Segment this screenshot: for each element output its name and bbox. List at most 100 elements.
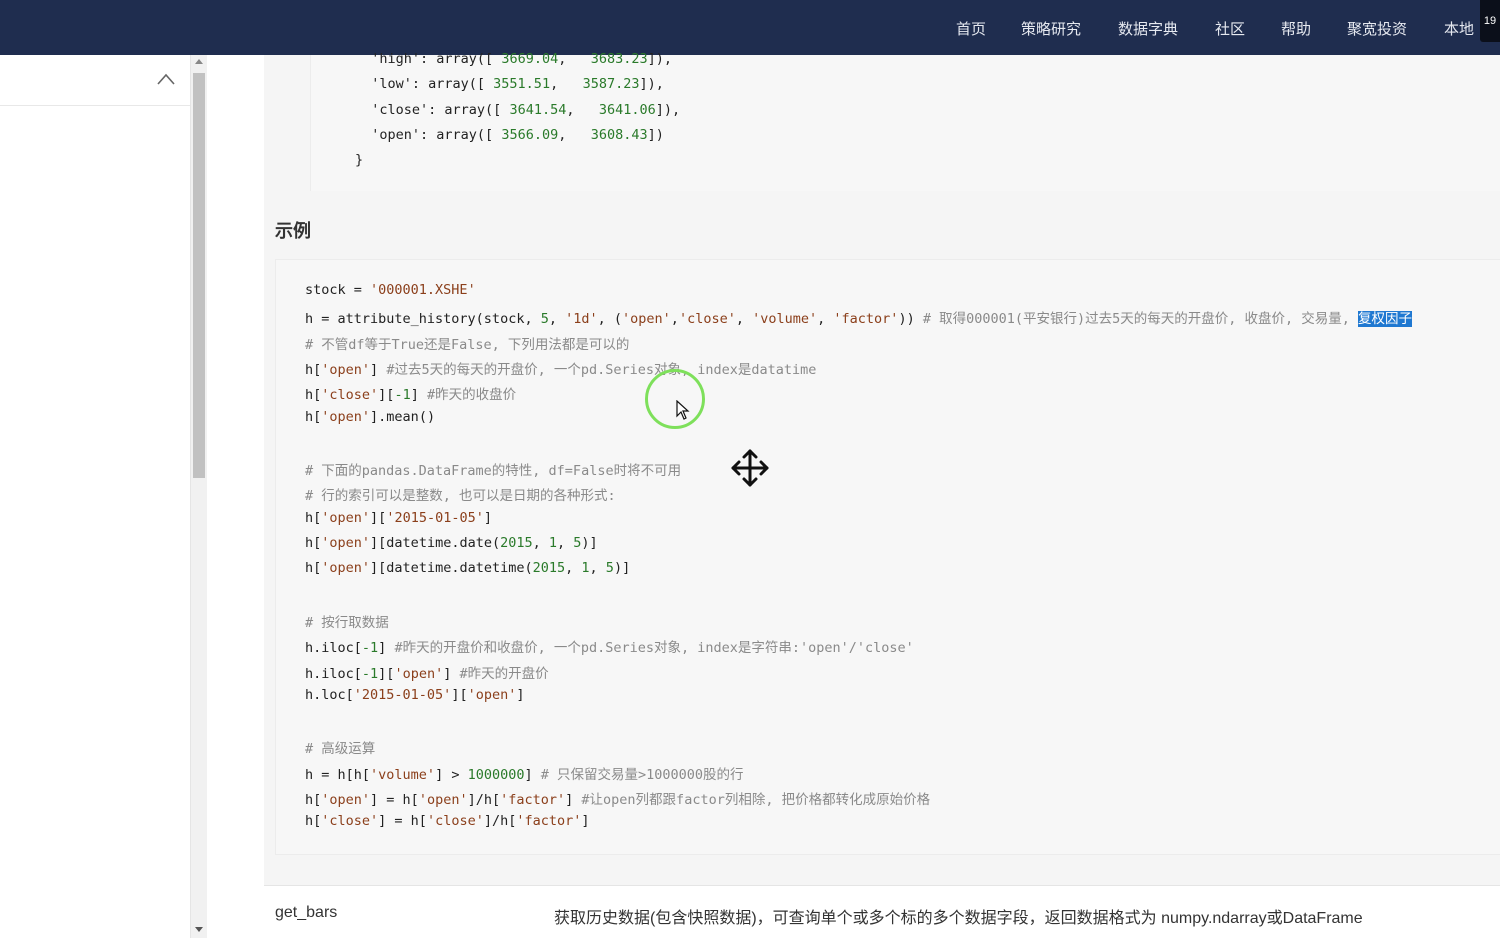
code-token: ]), [647, 51, 673, 67]
code-token: ][ [451, 686, 468, 703]
code-token: ] [443, 665, 460, 682]
code-token: ] [370, 361, 387, 378]
code-token: )) [898, 311, 923, 328]
code-token: 1000000 [467, 766, 525, 783]
code-token: , [548, 311, 566, 328]
code-token: '1d' [565, 311, 598, 328]
nav-item-data-dictionary[interactable]: 数据字典 [1118, 18, 1178, 39]
code-token: h = attribute_history(stock, [305, 311, 541, 328]
code-token: ] [378, 640, 395, 657]
scrollbar-thumb[interactable] [193, 73, 205, 478]
code-token: 'open' [321, 509, 371, 526]
code-line: } [355, 152, 363, 168]
code-line: 'close': array([ 3641.54, 3641.06]), [355, 102, 680, 118]
code-token: # 按行取数据 [305, 614, 389, 631]
code-token: 'close' [321, 813, 379, 830]
code-token: ] = h[ [378, 813, 427, 830]
code-token: stock = [305, 282, 371, 298]
code-token: 3587.23 [582, 76, 640, 93]
sidebar-scrollbar[interactable] [191, 55, 207, 938]
code-token: 'open' [321, 408, 371, 425]
click-indicator-ring [645, 369, 705, 429]
code-block-example: stock = '000001.XSHE' h = attribute_histo… [275, 259, 1500, 855]
code-token: ] [565, 792, 582, 808]
code-token: ] [483, 509, 492, 526]
code-token: h[ [305, 361, 322, 378]
function-description: 获取历史数据(包含快照数据)，可查询单个或多个标的多个数据字段，返回数据格式为 … [554, 910, 1363, 927]
chevron-up-icon[interactable] [157, 73, 175, 85]
code-token: 'open' [394, 665, 444, 682]
code-token: ].mean() [370, 408, 436, 425]
code-token: ] [410, 387, 427, 404]
section-title: 示例 [275, 221, 311, 241]
code-token: 3641.54 [509, 101, 567, 118]
code-token: 'factor' [516, 813, 582, 830]
code-token: 'open' [321, 792, 371, 808]
code-line: h['open']['2015-01-05'] [305, 510, 492, 526]
code-token: 'factor' [833, 311, 899, 328]
code-token: )] [613, 560, 631, 577]
scroll-down-arrow-icon[interactable] [195, 927, 203, 932]
code-line: h.loc['2015-01-05']['open'] [305, 687, 525, 703]
code-token: , [550, 76, 583, 93]
code-token: , [589, 560, 606, 577]
code-token: ]) [647, 126, 664, 143]
code-line: h = attribute_history(stock, 5, '1d', ('… [305, 307, 1412, 328]
code-token: , [566, 101, 599, 118]
code-token: #昨天的开盘价 [459, 665, 549, 682]
code-token: ]), [639, 76, 664, 93]
code-token: 'low': array([ [355, 76, 494, 93]
code-token: 5 [605, 560, 614, 577]
code-token: h[ [305, 813, 322, 830]
code-token: ][ [378, 665, 395, 682]
code-token: ][datetime.date( [370, 535, 501, 551]
code-token: ] = h[ [370, 792, 419, 808]
code-token: # 只保留交易量>1000000股的行 [540, 766, 744, 783]
nav-item-community[interactable]: 社区 [1215, 18, 1245, 39]
code-token: h.loc[ [305, 686, 354, 703]
code-token: ][ [378, 387, 395, 404]
code-line: # 行的索引可以是整数, 也可以是日期的各种形式: [305, 484, 616, 504]
code-token: -1 [361, 640, 379, 657]
code-token: ] [516, 686, 525, 703]
code-line: 'open': array([ 3566.09, 3608.43]) [355, 127, 664, 143]
code-line: h.iloc[-1] #昨天的开盘价和收盘价, 一个pd.Series对象, i… [305, 636, 914, 656]
code-token: # 不管df等于True还是False, 下列用法都是可以的 [305, 336, 630, 353]
code-line: h['open'][datetime.datetime(2015, 1, 5)] [305, 560, 630, 576]
code-token: 'open' [418, 792, 468, 808]
code-token: , [532, 535, 549, 551]
code-token: #昨天的开盘价和收盘价, 一个pd.Series对象, index是字符串:'o… [394, 640, 914, 657]
corner-badge: 19 [1480, 0, 1500, 42]
code-token: , [735, 311, 753, 328]
nav-item-home[interactable]: 首页 [956, 18, 986, 39]
code-token: 'open' [321, 361, 371, 378]
nav-item-local[interactable]: 本地 [1444, 18, 1474, 39]
code-token: , [558, 126, 591, 143]
code-token: ][ [370, 509, 387, 526]
code-token: h.iloc[ [305, 665, 362, 682]
code-line: # 下面的pandas.DataFrame的特性, df=False时将不可用 [305, 459, 681, 479]
nav-item-joinquant-invest[interactable]: 聚宽投资 [1347, 18, 1407, 39]
code-token: ] [524, 766, 541, 783]
left-sidebar [0, 55, 191, 938]
nav-item-help[interactable]: 帮助 [1281, 18, 1311, 39]
function-row[interactable]: get_bars 获取历史数据(包含快照数据)，可查询单个或多个标的多个数据字段… [264, 885, 1500, 939]
code-token: , [557, 535, 574, 551]
code-line: # 高级运算 [305, 737, 375, 757]
code-token: # 行的索引可以是整数, 也可以是日期的各种形式: [305, 488, 616, 505]
code-token: h[ [305, 560, 322, 577]
scroll-up-arrow-icon[interactable] [195, 59, 203, 64]
function-name[interactable]: get_bars [275, 904, 337, 922]
code-line: h['open'].mean() [305, 409, 435, 425]
code-token: h[ [305, 387, 322, 404]
code-line: h['open'] = h['open']/h['factor'] #让open… [305, 788, 930, 808]
code-token: 3683.23 [590, 51, 648, 67]
code-token: 'open' [321, 535, 371, 551]
code-line: 'high': array([ 3669.04, 3683.23]), [355, 51, 672, 67]
code-line: 'low': array([ 3551.51, 3587.23]), [355, 76, 664, 92]
nav-item-strategy[interactable]: 策略研究 [1021, 18, 1081, 39]
code-token: h[ [305, 535, 322, 551]
code-token: , [817, 311, 834, 328]
code-token: 2015 [532, 560, 566, 577]
code-token: # 下面的pandas.DataFrame的特性, df=False时将不可用 [305, 463, 682, 480]
